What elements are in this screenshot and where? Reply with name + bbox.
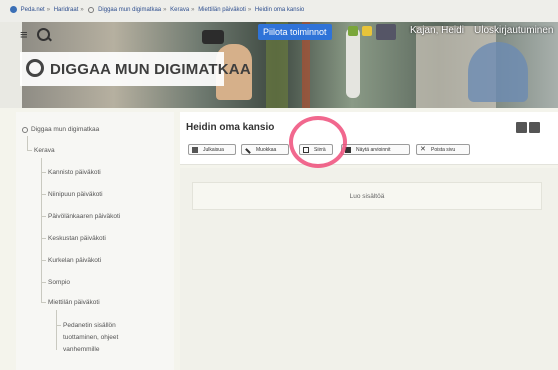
breadcrumb-item[interactable]: Haridraat — [54, 7, 79, 13]
delete-page-button[interactable]: ✕ Poista sivu — [416, 144, 470, 155]
breadcrumb-item[interactable]: Diggaa mun digimatkaa — [98, 7, 161, 13]
menu-icon[interactable]: ≡ — [20, 27, 28, 42]
sidebar-item-kerava[interactable]: Kerava — [34, 147, 55, 154]
highlight-circle — [289, 116, 347, 168]
logout-link[interactable]: Uloskirjautuminen — [474, 25, 553, 36]
sidebar-item[interactable]: Kannisto päiväkoti — [48, 169, 101, 176]
sidebar-item[interactable]: Kurkelan päiväkoti — [48, 257, 101, 264]
sidebar-item[interactable]: Päivölänkaaren päiväkoti — [48, 213, 120, 220]
node-icon — [22, 127, 28, 133]
breadcrumb-item[interactable]: Heidin oma kansio — [255, 7, 304, 13]
close-icon: ✕ — [420, 146, 426, 153]
pencil-icon — [245, 148, 251, 154]
breadcrumb-item[interactable]: Kerava — [170, 7, 189, 13]
sidebar-item[interactable]: Niinipuun päiväkoti — [48, 191, 103, 198]
print-icon — [192, 147, 198, 153]
breadcrumb: Peda.net» Haridraat» Diggaa mun digimatk… — [10, 6, 304, 13]
breadcrumb-item[interactable]: Miettilän päiväkoti — [198, 7, 246, 13]
panel-controls — [516, 120, 542, 138]
header-left-strip — [0, 22, 22, 108]
puzzle-icon[interactable] — [348, 26, 358, 36]
edit-button[interactable]: Muokkaa — [241, 144, 289, 155]
globe-icon — [10, 6, 17, 13]
node-icon — [88, 6, 95, 13]
search-icon[interactable] — [37, 28, 50, 41]
page-header-panel — [180, 112, 558, 165]
publish-button[interactable]: Julkaisua — [188, 144, 236, 155]
sidebar-item[interactable]: Keskustan päiväkoti — [48, 235, 106, 242]
page-title: Heidin oma kansio — [186, 122, 275, 133]
flag-icon[interactable] — [362, 26, 372, 36]
sidebar-item[interactable]: Sompio — [48, 279, 70, 286]
square-icon[interactable] — [516, 122, 527, 133]
site-logo[interactable]: DIGGAA MUN DIGIMATKAA — [20, 52, 251, 86]
user-name[interactable]: Kajan, Heidi — [410, 25, 464, 36]
avatar[interactable] — [376, 24, 396, 40]
share-icon[interactable] — [529, 122, 540, 133]
create-content-button[interactable]: Luo sisältöä — [192, 182, 542, 210]
show-reviews-button[interactable]: Näytä arvioinnit — [341, 144, 410, 155]
logo-icon — [26, 59, 44, 77]
hide-tools-button[interactable]: Piilota toiminnot — [258, 24, 332, 40]
breadcrumb-bar: Peda.net» Haridraat» Diggaa mun digimatk… — [0, 0, 558, 23]
sidebar-item-root[interactable]: Diggaa mun digimatkaa — [31, 126, 99, 133]
sidebar-child-item[interactable]: Pedanetin sisällön tuottaminen, ohjeet v… — [63, 320, 118, 356]
breadcrumb-item[interactable]: Peda.net — [21, 7, 45, 13]
sidebar-item-miettila[interactable]: Miettilän päiväkoti — [48, 299, 100, 306]
logo-text: DIGGAA MUN DIGIMATKAA — [50, 61, 251, 78]
